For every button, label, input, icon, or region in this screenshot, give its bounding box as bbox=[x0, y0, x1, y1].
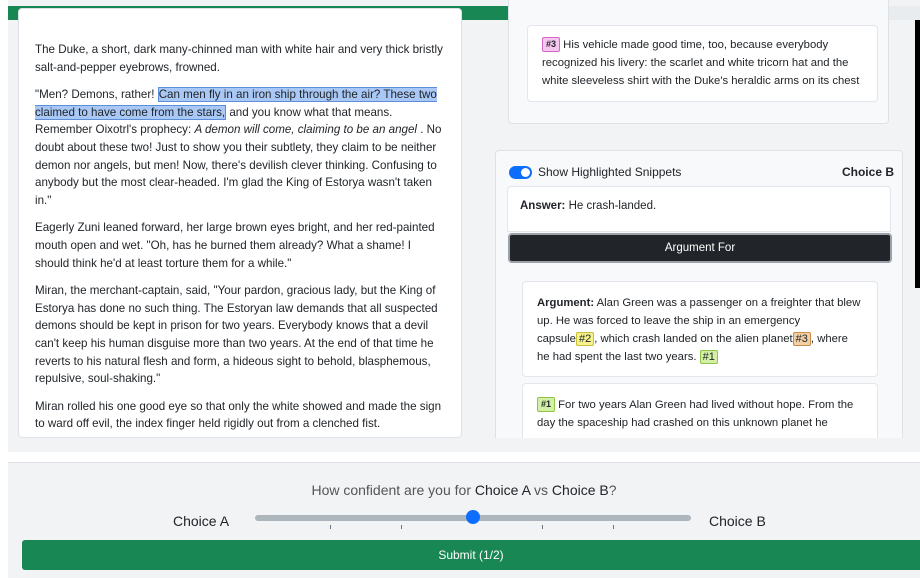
scrollbar[interactable] bbox=[915, 20, 920, 288]
slider-tick bbox=[613, 525, 614, 529]
argument-box: Argument: Alan Green was a passenger on … bbox=[522, 281, 878, 377]
slider-tick bbox=[542, 525, 543, 529]
answer-label: Answer: bbox=[520, 200, 566, 212]
slider-thumb[interactable] bbox=[466, 510, 480, 524]
question-choice-a: Choice A bbox=[474, 482, 531, 498]
slider-left-label: Choice A bbox=[173, 513, 230, 529]
snippet-toggle-row: Show Highlighted Snippets Choice B bbox=[509, 165, 894, 183]
slider-tick bbox=[330, 525, 331, 529]
snippet-box: #3 His vehicle made good time, too, beca… bbox=[527, 25, 878, 102]
passage-paragraph: "Men? Demons, rather! Can men fly in an … bbox=[35, 86, 447, 209]
question-choice-b: Choice B bbox=[551, 482, 609, 498]
argument-label: Argument: bbox=[537, 297, 595, 309]
choice-label: Choice B bbox=[841, 165, 894, 179]
slider-right-label: Choice B bbox=[709, 513, 766, 529]
passage-text-segment: "Men? Demons, rather! bbox=[35, 88, 158, 102]
citation-tag[interactable]: #2 bbox=[575, 332, 595, 346]
snippet-tag[interactable]: #3 bbox=[542, 37, 561, 52]
argument-text: , which crash landed on the alien planet bbox=[594, 333, 793, 345]
question-text: vs bbox=[530, 482, 552, 498]
choice-b-card: Show Highlighted Snippets Choice B Answe… bbox=[495, 150, 903, 438]
passage-paragraph: Miran rolled his one good eye so that on… bbox=[35, 399, 442, 431]
answer-text: He crash-landed. bbox=[568, 200, 657, 212]
citation-tag[interactable]: #3 bbox=[792, 332, 811, 346]
submit-button[interactable]: Submit (1/2) bbox=[22, 540, 920, 570]
snippet-box: #1 For two years Alan Green had lived wi… bbox=[522, 383, 878, 438]
snippet-text: His vehicle made good time, too, because… bbox=[542, 39, 860, 87]
argument-for-button[interactable]: Argument For bbox=[508, 233, 892, 263]
confidence-panel: How confident are you for Choice A vs Ch… bbox=[8, 462, 920, 578]
snippet-text: For two years Alan Green had lived witho… bbox=[537, 399, 854, 429]
slider-tick bbox=[401, 525, 402, 529]
passage-paragraph: Miran, the merchant-captain, said, "Your… bbox=[35, 284, 438, 386]
story-passage[interactable]: The Duke, a short, dark many-chinned man… bbox=[18, 8, 462, 438]
question-text: ? bbox=[608, 482, 617, 498]
choice-a-card: #3 His vehicle made good time, too, beca… bbox=[508, 0, 889, 124]
toggle-label: Show Highlighted Snippets bbox=[538, 165, 682, 179]
passage-text: The Duke, a short, dark many-chinned man… bbox=[35, 41, 447, 437]
citation-tag[interactable]: #1 bbox=[699, 350, 718, 364]
snippet-tag[interactable]: #1 bbox=[537, 397, 556, 412]
passage-paragraph: The Duke, a short, dark many-chinned man… bbox=[35, 43, 443, 74]
show-snippets-toggle[interactable] bbox=[509, 166, 532, 179]
passage-italic-quote: A demon will come, claiming to be an ang… bbox=[194, 123, 417, 137]
passage-paragraph: Eagerly Zuni leaned forward, her large b… bbox=[35, 221, 435, 270]
confidence-question: How confident are you for Choice A vs Ch… bbox=[8, 482, 920, 498]
question-text: How confident are you for bbox=[311, 482, 475, 498]
answer-box: Answer: He crash-landed. bbox=[507, 186, 891, 232]
answers-column[interactable]: #3 His vehicle made good time, too, beca… bbox=[482, 0, 907, 438]
